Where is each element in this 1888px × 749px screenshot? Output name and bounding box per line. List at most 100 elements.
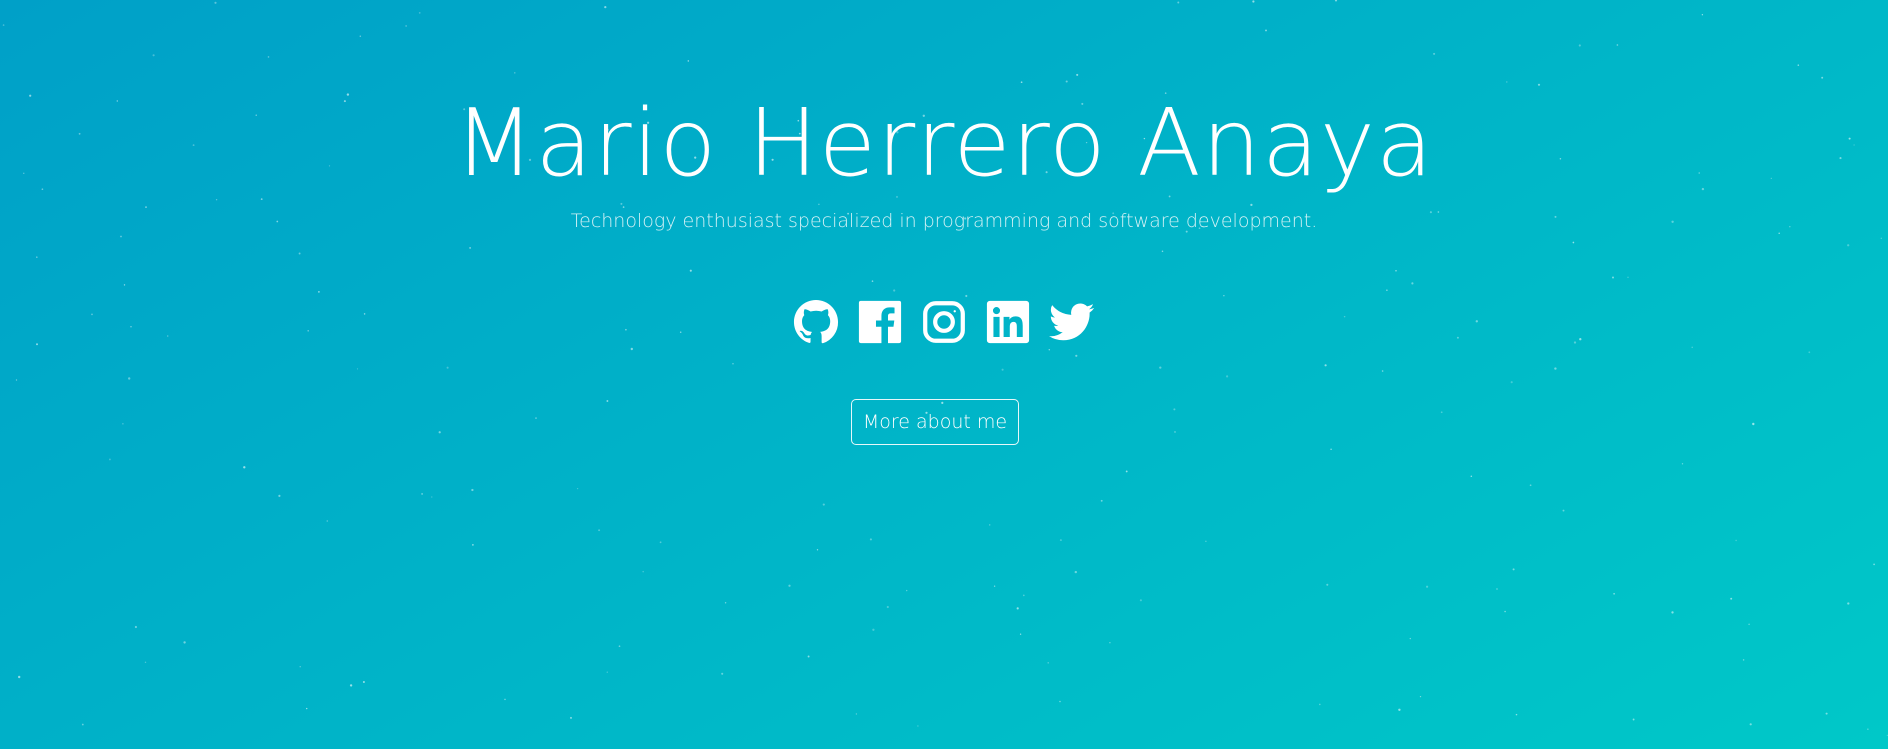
star-dot: [1075, 354, 1078, 357]
star-dot: [1873, 563, 1875, 566]
star-dot: [1226, 375, 1229, 378]
star-dot: [1019, 633, 1022, 635]
star-dot: [1691, 346, 1693, 349]
star-dot: [1515, 713, 1518, 716]
star-dot: [1554, 367, 1557, 370]
twitter-link[interactable]: [1049, 299, 1095, 345]
star-dot: [1319, 703, 1321, 706]
star-dot: [2, 24, 5, 26]
star-dot: [1433, 52, 1436, 55]
hero-section: Mario Herrero Anaya Technology enthusias…: [0, 0, 1888, 749]
star-dot: [1265, 29, 1267, 32]
star-dot: [299, 666, 301, 668]
star-dot: [689, 269, 692, 272]
star-dot: [1330, 448, 1332, 450]
star-dot: [1470, 475, 1473, 478]
star-dot: [1510, 381, 1513, 384]
star-dot: [1161, 250, 1164, 253]
star-dot: [1562, 509, 1565, 512]
star-dot: [1730, 597, 1733, 600]
star-dot: [122, 423, 124, 425]
instagram-link[interactable]: [921, 299, 967, 345]
star-dot: [243, 466, 246, 469]
star-dot: [1612, 276, 1614, 279]
star-dot: [1671, 611, 1674, 614]
star-dot: [1334, 0, 1338, 2]
star-dot: [1752, 422, 1755, 426]
star-dot: [1048, 348, 1051, 351]
star-dot: [306, 707, 308, 710]
star-dot: [606, 400, 609, 402]
star-dot: [822, 503, 825, 506]
star-dot: [816, 549, 819, 551]
star-dot: [81, 723, 84, 726]
linkedin-link[interactable]: [985, 299, 1031, 345]
star-dot: [807, 655, 810, 658]
star-dot: [965, 294, 968, 298]
star-dot: [362, 680, 365, 684]
star-dot: [1742, 659, 1745, 661]
star-dot: [687, 60, 690, 62]
social-links: [0, 299, 1888, 345]
linkedin-icon: [986, 300, 1030, 344]
star-dot: [421, 492, 424, 495]
star-dot: [988, 524, 991, 526]
star-dot: [732, 363, 734, 365]
star-dot: [469, 246, 472, 249]
star-dot: [818, 203, 820, 206]
star-dot: [1074, 570, 1077, 574]
star-dot: [1701, 14, 1704, 16]
star-dot: [917, 725, 919, 727]
star-dot: [1159, 366, 1162, 369]
star-dot: [1381, 370, 1384, 372]
star-dot: [514, 72, 516, 74]
star-dot: [1173, 408, 1176, 411]
star-dot: [1059, 700, 1061, 703]
star-dot: [1426, 585, 1429, 588]
star-dot: [886, 605, 889, 609]
star-dot: [630, 347, 633, 351]
star-dot: [1398, 708, 1401, 711]
page-title: Mario Herrero Anaya: [454, 89, 1434, 197]
star-dot: [1205, 540, 1207, 542]
star-dot: [504, 698, 506, 701]
star-dot: [1512, 568, 1515, 571]
star-dot: [1613, 592, 1615, 595]
star-dot: [145, 206, 147, 208]
star-dot: [1411, 282, 1414, 285]
github-link[interactable]: [793, 299, 839, 345]
facebook-icon: [858, 300, 902, 344]
star-dot: [1001, 368, 1004, 371]
star-dot: [1109, 641, 1111, 644]
star-dot: [278, 494, 281, 497]
star-dot: [1100, 499, 1103, 502]
star-dot: [1797, 64, 1800, 66]
star-dot: [1735, 539, 1737, 542]
star-dot: [1419, 695, 1422, 698]
more-about-me-button[interactable]: More about me: [851, 399, 1019, 445]
instagram-icon: [923, 301, 965, 343]
star-dot: [1440, 411, 1443, 414]
facebook-link[interactable]: [857, 299, 903, 345]
star-dot: [318, 291, 320, 293]
star-dot: [1076, 73, 1079, 76]
star-dot: [788, 584, 791, 587]
star-dot: [1504, 610, 1506, 613]
star-dot: [405, 25, 407, 27]
star-dot: [1125, 470, 1128, 473]
star-dot: [620, 202, 623, 205]
star-dot: [1139, 599, 1142, 602]
star-dot: [431, 496, 433, 498]
star-dot: [471, 488, 474, 492]
star-dot: [260, 198, 263, 201]
star-dot: [418, 12, 421, 14]
star-dot: [359, 35, 362, 38]
star-dot: [446, 366, 449, 369]
star-dot: [570, 716, 572, 719]
star-dot: [1326, 583, 1329, 586]
star-dot: [855, 713, 858, 715]
star-dot: [356, 368, 359, 370]
star-dot: [1059, 539, 1062, 542]
star-dot: [1825, 712, 1828, 715]
star-dot: [1867, 728, 1869, 730]
